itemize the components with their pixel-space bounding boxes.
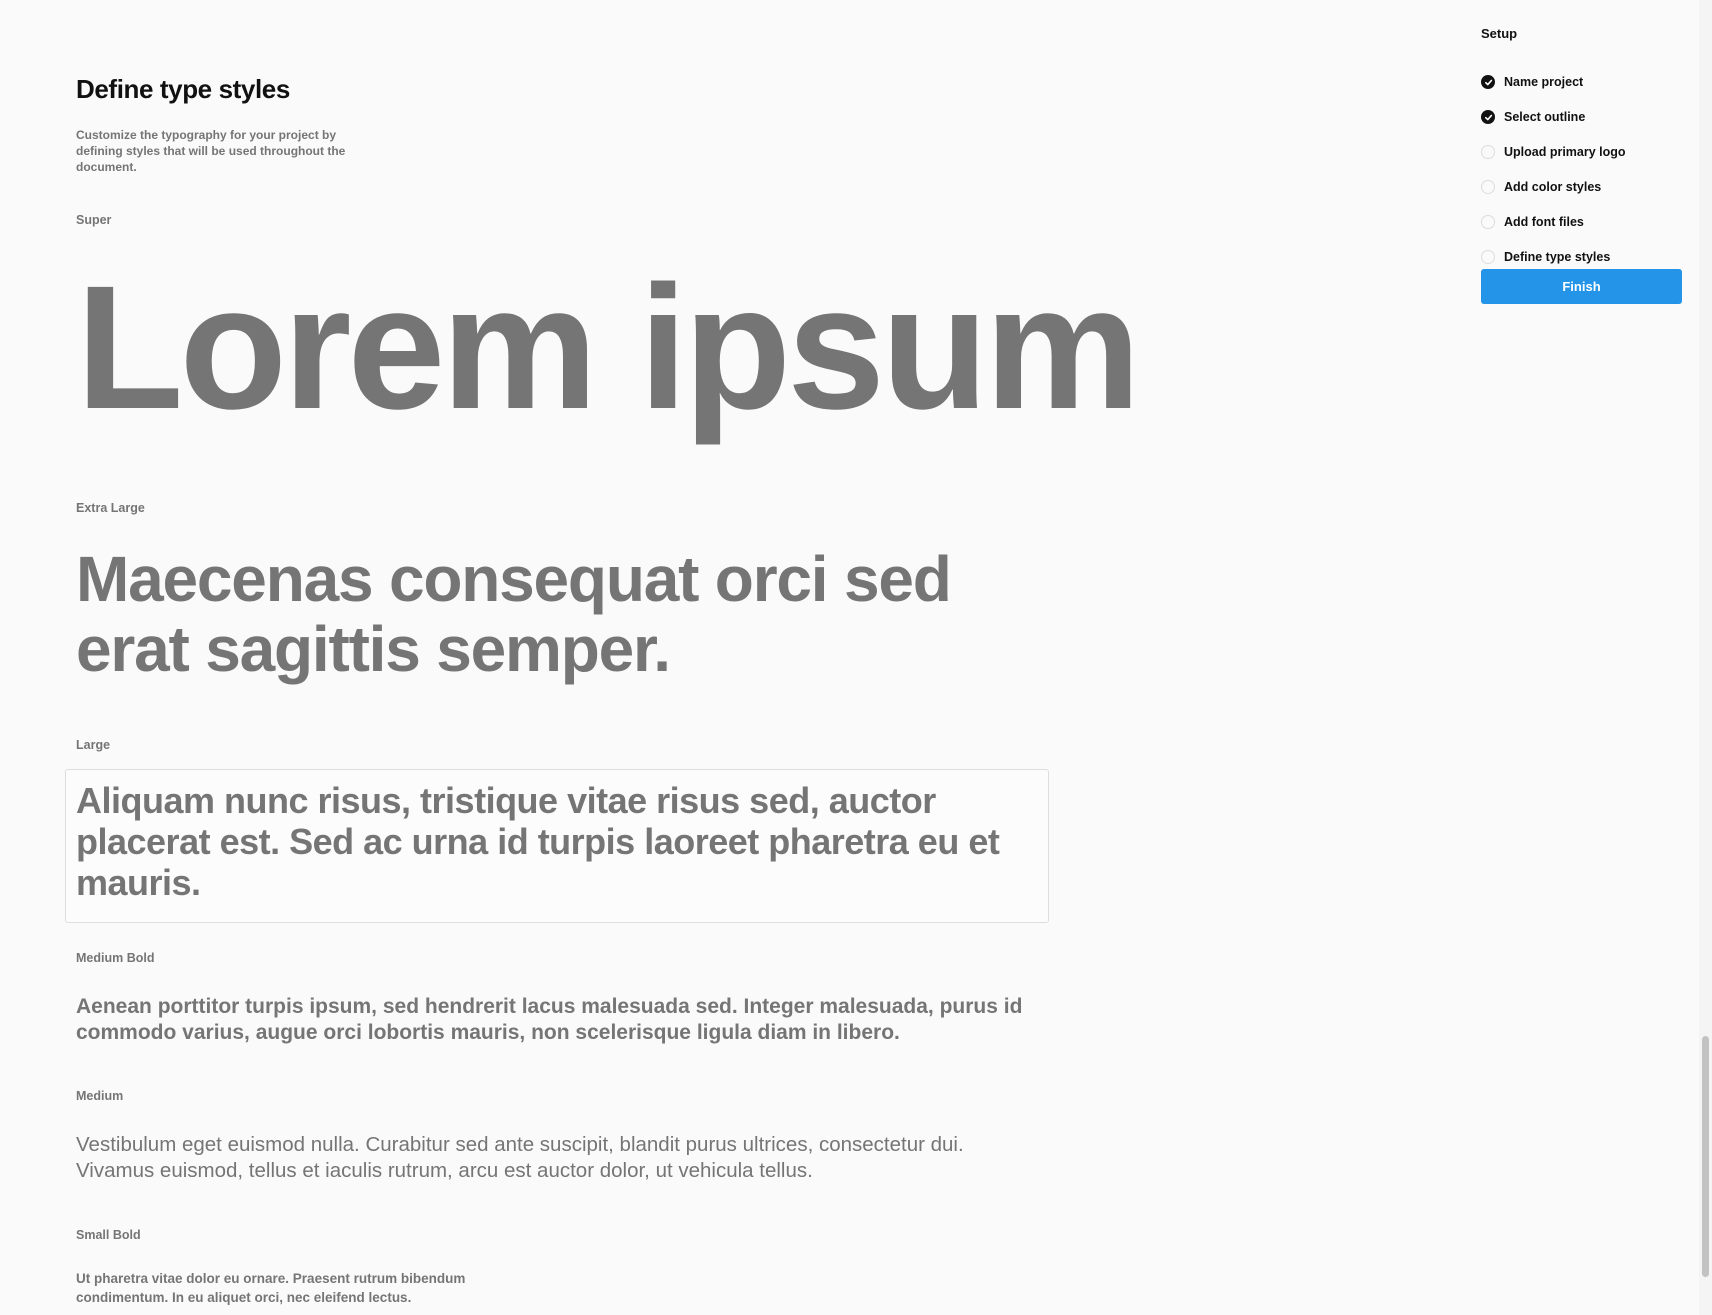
empty-circle-icon [1481, 250, 1495, 264]
style-sample-extra-large[interactable]: Maecenas consequat orci sed erat sagitti… [76, 544, 1026, 684]
setup-step-label: Add color styles [1504, 180, 1602, 194]
setup-step-upload-primary-logo[interactable]: Upload primary logo [1481, 142, 1626, 162]
style-label-extra-large: Extra Large [76, 501, 145, 515]
style-label-large: Large [76, 738, 111, 752]
style-sample-medium-bold[interactable]: Aenean porttitor turpis ipsum, sed hendr… [76, 994, 1046, 1046]
setup-panel: Setup Name project Select outline Upload… [1481, 25, 1682, 304]
style-label-super: Super [76, 213, 112, 227]
setup-step-define-type-styles[interactable]: Define type styles [1481, 247, 1610, 267]
setup-step-label: Add font files [1504, 215, 1584, 229]
check-circle-icon [1481, 110, 1495, 124]
style-sample-small-bold[interactable]: Ut pharetra vitae dolor eu ornare. Praes… [76, 1269, 496, 1307]
setup-step-add-color-styles[interactable]: Add color styles [1481, 177, 1601, 197]
style-sample-large[interactable]: Aliquam nunc risus, tristique vitae risu… [76, 780, 1026, 903]
check-circle-icon [1481, 75, 1495, 89]
setup-step-name-project[interactable]: Name project [1481, 72, 1583, 92]
style-label-medium-bold: Medium Bold [76, 951, 155, 965]
page-description: Customize the typography for your projec… [76, 128, 346, 174]
setup-step-add-font-files[interactable]: Add font files [1481, 212, 1584, 232]
vertical-scrollbar[interactable] [1699, 0, 1712, 1315]
setup-step-label: Upload primary logo [1504, 145, 1626, 159]
empty-circle-icon [1481, 215, 1495, 229]
setup-step-label: Define type styles [1504, 250, 1611, 264]
empty-circle-icon [1481, 180, 1495, 194]
style-label-medium: Medium [76, 1089, 124, 1103]
page: Define type styles Customize the typogra… [0, 0, 1712, 1315]
setup-step-label: Name project [1504, 75, 1584, 89]
setup-title: Setup [1481, 26, 1518, 41]
finish-button[interactable]: Finish [1481, 269, 1682, 304]
page-title: Define type styles [76, 74, 290, 104]
setup-step-label: Select outline [1504, 110, 1586, 124]
style-sample-super[interactable]: Lorem ipsum [76, 248, 1141, 448]
setup-step-select-outline[interactable]: Select outline [1481, 107, 1585, 127]
empty-circle-icon [1481, 145, 1495, 159]
style-label-small-bold: Small Bold [76, 1228, 141, 1242]
style-sample-medium[interactable]: Vestibulum eget euismod nulla. Curabitur… [76, 1132, 1046, 1184]
scrollbar-thumb[interactable] [1702, 1036, 1709, 1277]
